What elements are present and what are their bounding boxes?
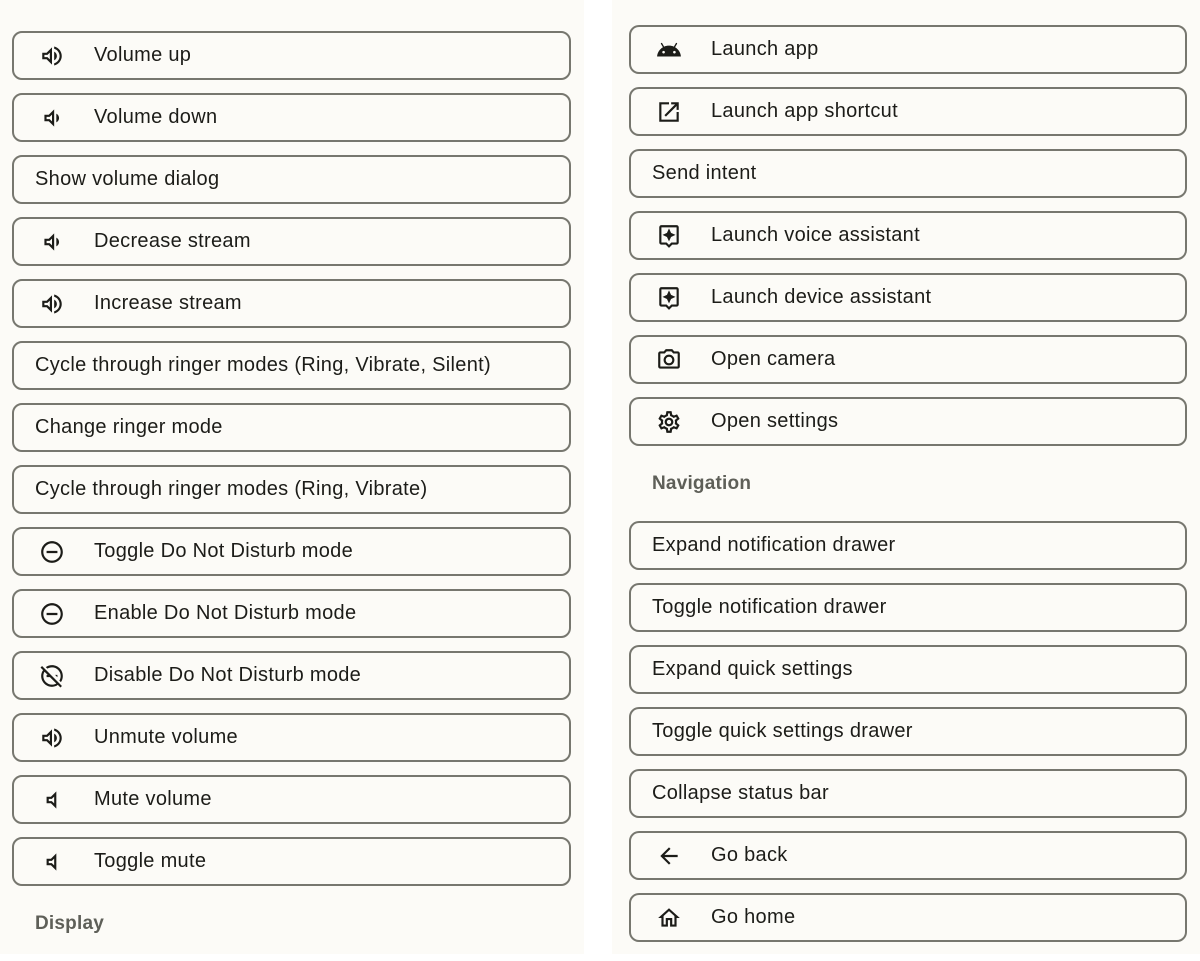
action-label: Unmute volume (94, 726, 238, 748)
cycle-through-ringer-modes-ring-vibrate-silent-button[interactable]: Cycle through ringer modes (Ring, Vibrat… (12, 341, 571, 390)
action-label: Expand quick settings (652, 658, 853, 680)
action-label: Show volume dialog (35, 168, 220, 190)
volume-up-icon (39, 43, 65, 69)
expand-notification-drawer-button[interactable]: Expand notification drawer (629, 521, 1187, 570)
action-label: Toggle Do Not Disturb mode (94, 540, 354, 562)
action-label: Open settings (711, 410, 839, 432)
unmute-volume-button[interactable]: Unmute volume (12, 713, 571, 762)
action-label: Volume up (94, 44, 192, 66)
open-settings-button[interactable]: Open settings (629, 397, 1187, 446)
volume-up-icon (39, 291, 65, 317)
home-icon (656, 905, 682, 931)
go-back-button[interactable]: Go back (629, 831, 1187, 880)
volume-up-icon (39, 725, 65, 751)
action-label: Change ringer mode (35, 416, 223, 438)
action-label: Go home (711, 906, 796, 928)
left-panel: Volume up Volume down Show volume dialog De… (0, 0, 584, 954)
go-home-button[interactable]: Go home (629, 893, 1187, 942)
settings-gear-icon (656, 409, 682, 435)
right-panel: Launch app Launch app shortcut Send intent… (612, 0, 1200, 954)
action-label: Cycle through ringer modes (Ring, Vibrat… (35, 478, 428, 500)
open-camera-button[interactable]: Open camera (629, 335, 1187, 384)
toggle-do-not-disturb-mode-button[interactable]: Toggle Do Not Disturb mode (12, 527, 571, 576)
action-label: Toggle mute (94, 850, 207, 872)
do-not-disturb-icon (39, 539, 65, 565)
action-label: Toggle notification drawer (652, 596, 887, 618)
volume-down-icon (39, 105, 65, 131)
do-not-disturb-off-icon (39, 663, 65, 689)
cycle-through-ringer-modes-ring-vibrate-button[interactable]: Cycle through ringer modes (Ring, Vibrat… (12, 465, 571, 514)
volume-up-button[interactable]: Volume up (12, 31, 571, 80)
launch-app-shortcut-button[interactable]: Launch app shortcut (629, 87, 1187, 136)
send-intent-button[interactable]: Send intent (629, 149, 1187, 198)
action-label: Cycle through ringer modes (Ring, Vibrat… (35, 354, 491, 376)
action-label: Send intent (652, 162, 757, 184)
assistant-icon (656, 223, 682, 249)
change-ringer-mode-button[interactable]: Change ringer mode (12, 403, 571, 452)
volume-mute-icon (39, 787, 65, 813)
toggle-mute-button[interactable]: Toggle mute (12, 837, 571, 886)
section-header-navigation: Navigation (652, 472, 752, 494)
action-label: Enable Do Not Disturb mode (94, 602, 357, 624)
camera-icon (656, 347, 682, 373)
section-header-display: Display (35, 912, 104, 934)
show-volume-dialog-button[interactable]: Show volume dialog (12, 155, 571, 204)
action-label: Launch app shortcut (711, 100, 898, 122)
action-label: Launch app (711, 38, 819, 60)
launch-voice-assistant-button[interactable]: Launch voice assistant (629, 211, 1187, 260)
launch-device-assistant-button[interactable]: Launch device assistant (629, 273, 1187, 322)
action-label: Decrease stream (94, 230, 251, 252)
volume-down-icon (39, 229, 65, 255)
action-label: Go back (711, 844, 788, 866)
arrow-back-icon (656, 843, 682, 869)
volume-down-button[interactable]: Volume down (12, 93, 571, 142)
do-not-disturb-icon (39, 601, 65, 627)
open-in-new-icon (656, 99, 682, 125)
action-label: Open camera (711, 348, 836, 370)
action-label: Volume down (94, 106, 218, 128)
increase-stream-button[interactable]: Increase stream (12, 279, 571, 328)
expand-quick-settings-button[interactable]: Expand quick settings (629, 645, 1187, 694)
android-icon (656, 37, 682, 63)
decrease-stream-button[interactable]: Decrease stream (12, 217, 571, 266)
action-label: Expand notification drawer (652, 534, 896, 556)
app-actions-list: Launch app Launch app shortcut Send intent… (629, 25, 1187, 955)
action-label: Launch device assistant (711, 286, 932, 308)
toggle-notification-drawer-button[interactable]: Toggle notification drawer (629, 583, 1187, 632)
action-label: Increase stream (94, 292, 242, 314)
collapse-status-bar-button[interactable]: Collapse status bar (629, 769, 1187, 818)
volume-actions-list: Volume up Volume down Show volume dialog De… (12, 31, 571, 961)
disable-do-not-disturb-mode-button[interactable]: Disable Do Not Disturb mode (12, 651, 571, 700)
action-label: Collapse status bar (652, 782, 829, 804)
action-label: Disable Do Not Disturb mode (94, 664, 362, 686)
mute-volume-button[interactable]: Mute volume (12, 775, 571, 824)
launch-app-button[interactable]: Launch app (629, 25, 1187, 74)
enable-do-not-disturb-mode-button[interactable]: Enable Do Not Disturb mode (12, 589, 571, 638)
action-label: Launch voice assistant (711, 224, 920, 246)
assistant-icon (656, 285, 682, 311)
action-label: Toggle quick settings drawer (652, 720, 913, 742)
toggle-quick-settings-drawer-button[interactable]: Toggle quick settings drawer (629, 707, 1187, 756)
volume-mute-icon (39, 849, 65, 875)
action-label: Mute volume (94, 788, 212, 810)
